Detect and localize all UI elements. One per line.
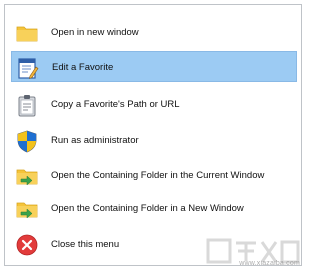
close-red-icon <box>15 233 39 257</box>
menu-item-label: Close this menu <box>51 239 120 250</box>
edit-document-icon <box>16 56 40 80</box>
menu-item-label: Edit a Favorite <box>52 62 114 73</box>
context-menu: Open in new window Edit a Favorite Copy … <box>4 4 302 266</box>
menu-item-open-new-window[interactable]: Open in new window <box>11 17 297 48</box>
menu-item-edit-favorite[interactable]: Edit a Favorite <box>11 51 297 82</box>
watermark-text: www.xiazaiba.com <box>239 260 300 267</box>
menu-item-label: Open the Containing Folder in a New Wind… <box>51 203 244 214</box>
menu-item-run-as-admin[interactable]: Run as administrator <box>11 125 297 156</box>
folder-arrow-icon <box>15 164 39 188</box>
folder-arrow-icon <box>15 197 39 221</box>
menu-item-label: Open in new window <box>51 27 139 38</box>
uac-shield-icon <box>15 129 39 153</box>
menu-item-open-folder-current-window[interactable]: Open the Containing Folder in the Curren… <box>11 160 297 191</box>
folder-icon <box>15 21 39 45</box>
menu-item-copy-path[interactable]: Copy a Favorite's Path or URL <box>11 89 297 120</box>
menu-item-open-folder-new-window[interactable]: Open the Containing Folder in a New Wind… <box>11 193 297 224</box>
menu-item-label: Run as administrator <box>51 135 139 146</box>
screenshot-frame: Open in new window Edit a Favorite Copy … <box>0 0 310 269</box>
menu-item-label: Copy a Favorite's Path or URL <box>51 99 180 110</box>
menu-item-label: Open the Containing Folder in the Curren… <box>51 170 265 181</box>
clipboard-icon <box>15 93 39 117</box>
